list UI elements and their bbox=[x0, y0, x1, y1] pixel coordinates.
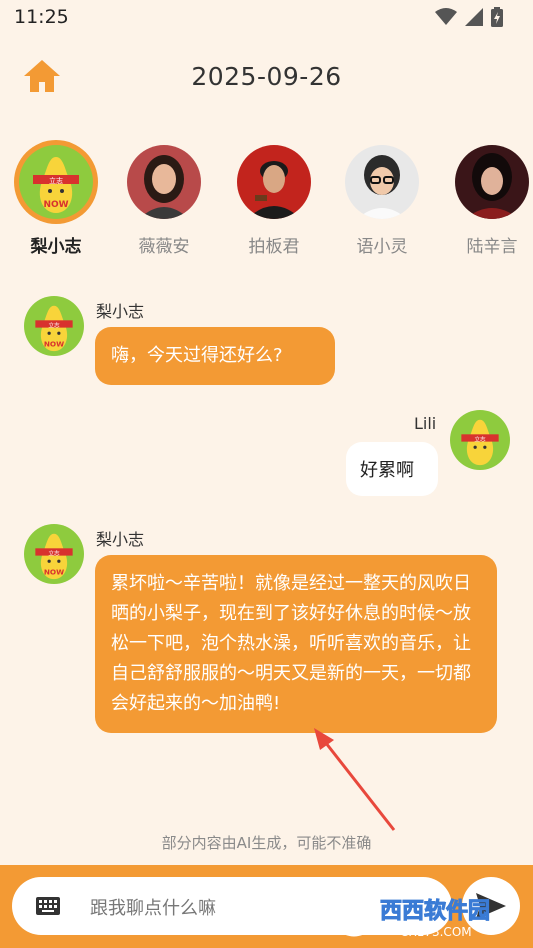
bot-message-bubble: 嗨，今天过得还好么? bbox=[95, 327, 335, 385]
status-icons bbox=[435, 7, 503, 27]
avatar bbox=[455, 145, 529, 219]
sender-name: 梨小志 bbox=[96, 302, 145, 321]
ai-disclaimer: 部分内容由AI生成，可能不准确 bbox=[161, 834, 372, 852]
svg-text:立志: 立志 bbox=[49, 176, 63, 185]
character-name: 语小灵 bbox=[356, 237, 408, 257]
bot-avatar[interactable]: 立志 NOW bbox=[24, 296, 84, 356]
status-bar: 11:25 bbox=[0, 0, 533, 36]
svg-text:NOW: NOW bbox=[44, 567, 64, 576]
bot-message-bubble: 累坏啦～辛苦啦！就像是经过一整天的风吹日晒的小梨子，现在到了该好好休息的时候～放… bbox=[95, 555, 497, 733]
user-message-bubble: 好累啊 bbox=[346, 442, 438, 496]
character-name: 拍板君 bbox=[248, 237, 300, 257]
character-tab-weiweian[interactable]: 薇薇安 bbox=[116, 140, 212, 257]
svg-text:CR173.COM: CR173.COM bbox=[400, 925, 472, 939]
character-selector: 立志 NOW 梨小志 薇薇安 拍板君 语小灵 陆辛言 bbox=[0, 140, 533, 260]
battery-charging-icon bbox=[491, 7, 503, 27]
avatar: 立志 NOW bbox=[19, 145, 93, 219]
svg-text:西西软件园: 西西软件园 bbox=[380, 898, 490, 924]
avatar bbox=[345, 145, 419, 219]
user-avatar[interactable]: 立志 bbox=[450, 410, 510, 470]
page-title-date: 2025-09-26 bbox=[191, 62, 342, 91]
character-tab-paibanjun[interactable]: 拍板君 bbox=[226, 140, 322, 257]
avatar bbox=[127, 145, 201, 219]
keyboard-icon[interactable] bbox=[36, 897, 60, 915]
character-name: 薇薇安 bbox=[138, 237, 190, 257]
sender-name: Lili bbox=[414, 414, 437, 433]
header: 2025-09-26 bbox=[0, 50, 533, 110]
bot-avatar[interactable]: 立志 NOW bbox=[24, 524, 84, 584]
annotation-arrow bbox=[314, 728, 396, 831]
character-tab-lixiaozhi[interactable]: 立志 NOW 梨小志 bbox=[8, 140, 104, 257]
character-name: 梨小志 bbox=[30, 237, 82, 257]
active-ring: 立志 NOW bbox=[14, 140, 98, 224]
input-placeholder: 跟我聊点什么嘛 bbox=[90, 898, 216, 919]
character-tab-luxinyan[interactable]: 陆辛言 bbox=[444, 140, 533, 257]
svg-text:NOW: NOW bbox=[43, 200, 68, 210]
wifi-icon bbox=[435, 8, 457, 25]
signal-icon bbox=[465, 8, 483, 26]
status-time: 11:25 bbox=[14, 6, 69, 28]
svg-text:立志: 立志 bbox=[48, 549, 60, 557]
svg-text:立志: 立志 bbox=[48, 321, 60, 329]
sender-name: 梨小志 bbox=[96, 530, 145, 549]
character-name: 陆辛言 bbox=[466, 237, 518, 257]
watermark-logo: 西西软件园 CR173.COM bbox=[330, 888, 530, 947]
avatar bbox=[237, 145, 311, 219]
svg-text:NOW: NOW bbox=[44, 339, 64, 348]
svg-text:立志: 立志 bbox=[474, 435, 486, 443]
character-tab-yuxiaoling[interactable]: 语小灵 bbox=[334, 140, 430, 257]
